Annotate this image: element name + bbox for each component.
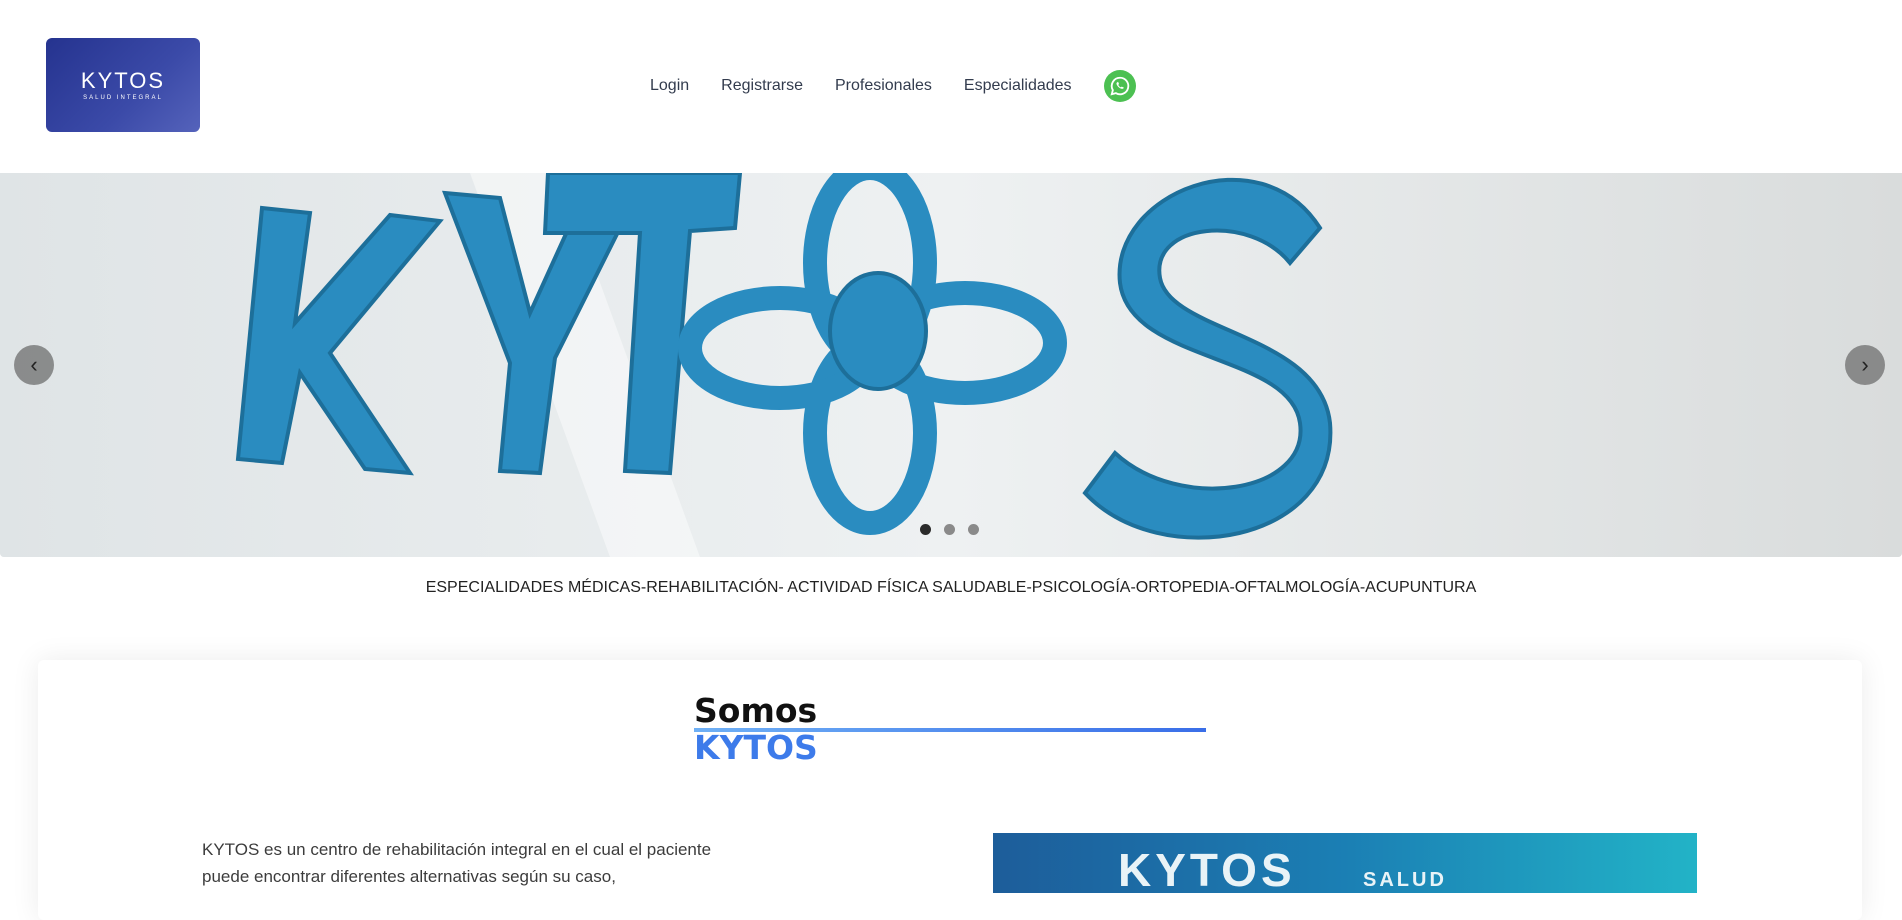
specialties-tagline: ESPECIALIDADES MÉDICAS-REHABILITACIÓN- A…	[425, 579, 1477, 596]
carousel-indicator-3[interactable]	[968, 524, 979, 535]
site-header: KYTOS SALUD INTEGRAL Login Registrarse P…	[0, 0, 1902, 172]
carousel-indicators	[920, 524, 992, 535]
photo-sign-text: KYTOS	[1118, 844, 1296, 893]
chevron-right-icon: ›	[1861, 352, 1869, 377]
about-heading-line1: Somos	[694, 691, 818, 730]
nav-login[interactable]: Login	[650, 75, 689, 97]
nav-specialties[interactable]: Especialidades	[964, 75, 1072, 97]
nav-professionals[interactable]: Profesionales	[835, 75, 932, 97]
logo-subtext: SALUD INTEGRAL	[83, 94, 163, 101]
carousel-prev-button[interactable]: ‹	[14, 345, 54, 385]
brand-logo[interactable]: KYTOS SALUD INTEGRAL	[46, 38, 200, 132]
carousel-indicator-2[interactable]	[944, 524, 955, 535]
carousel-indicator-1[interactable]	[920, 524, 931, 535]
carousel-slide-image	[0, 173, 1902, 557]
carousel-next-button[interactable]: ›	[1845, 345, 1885, 385]
main-nav: Login Registrarse Profesionales Especial…	[650, 70, 1136, 102]
logo-text: KYTOS	[80, 67, 166, 93]
about-photo: KYTOS SALUD	[993, 833, 1697, 893]
hero-carousel[interactable]: ‹ ›	[0, 173, 1902, 557]
photo-sign-subtext: SALUD	[1363, 869, 1447, 891]
whatsapp-icon[interactable]	[1103, 70, 1136, 102]
about-heading-line2: KYTOS	[694, 728, 818, 767]
nav-register[interactable]: Registrarse	[721, 75, 803, 97]
chevron-left-icon: ‹	[30, 352, 38, 377]
about-paragraph: KYTOS es un centro de rehabilitación int…	[202, 840, 712, 886]
